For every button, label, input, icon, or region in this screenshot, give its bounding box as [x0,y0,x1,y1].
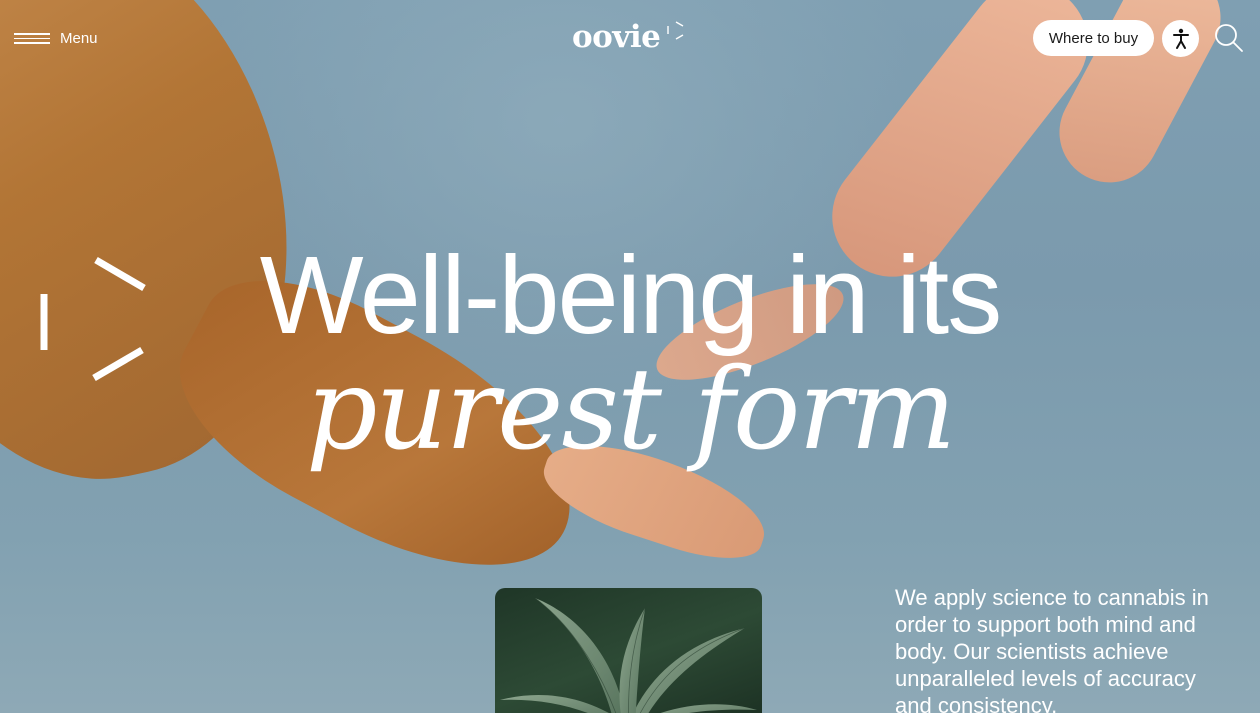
logo-wordmark: oovie [572,19,661,55]
headline-line-1: Well-being in its [259,234,1002,357]
leaf-icon [500,597,757,713]
hero-section: Menu oovie Where to buy Well-being in it… [0,0,1260,713]
menu-button[interactable]: Menu [14,26,98,50]
logo-bracket-icon [667,21,684,40]
hamburger-menu-icon [14,32,50,44]
menu-label: Menu [60,29,98,47]
cannabis-leaf-image [495,588,762,713]
search-icon [1215,24,1243,52]
headline-line-2: purest form [305,345,956,475]
intro-paragraph: We apply science to cannabis in order to… [895,585,1209,713]
hero-headline: Well-being in its purest form [0,234,1260,475]
accessibility-person-icon [1172,28,1189,49]
brand-logo[interactable]: oovie [570,16,690,60]
accessibility-button[interactable] [1162,20,1199,57]
where-to-buy-button[interactable]: Where to buy [1033,20,1154,56]
search-button[interactable] [1213,22,1245,54]
